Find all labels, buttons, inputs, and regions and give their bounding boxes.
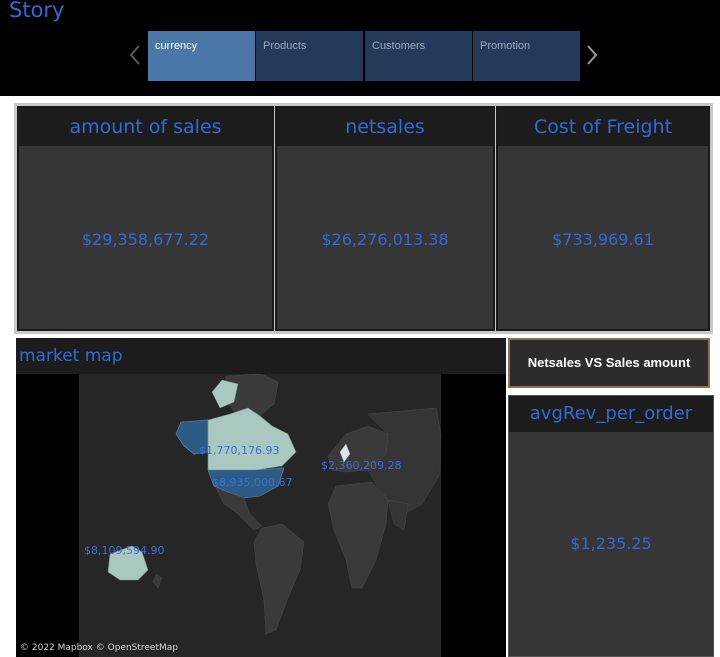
next-arrow-icon[interactable] [585, 40, 599, 70]
kpi-freight-title: Cost of Freight [498, 108, 708, 146]
map-label-canada: $1,770,176.93 [199, 444, 280, 457]
story-navigation-bar: Story currency Products Customers Promot… [0, 0, 720, 96]
kpi-freight-card: Cost of Freight $733,969.61 [496, 106, 710, 331]
avg-rev-title: avgRev_per_order [509, 396, 713, 432]
tab-label: Customers [372, 40, 426, 52]
world-map[interactable] [16, 374, 506, 657]
map-label-europe: $2,360,209.28 [321, 459, 402, 472]
kpi-freight-value: $733,969.61 [552, 230, 654, 249]
tab-customers[interactable]: Customers [365, 31, 472, 81]
story-title: Story [9, 0, 65, 22]
market-map-title: market map [16, 338, 506, 374]
kpi-netsales-value: $26,276,013.38 [321, 230, 449, 249]
tab-label: Promotion [480, 40, 531, 52]
previous-arrow-icon[interactable] [128, 40, 142, 70]
kpi-sales-card: amount of sales $29,358,677.22 [17, 106, 274, 331]
map-label-usa: $8,935,000.67 [212, 476, 293, 489]
tab-label: currency [155, 40, 198, 52]
netsales-vs-sales-button[interactable]: Netsales VS Sales amount [508, 338, 710, 388]
avg-rev-card: avgRev_per_order $1,235.25 [508, 395, 714, 657]
kpi-sales-title: amount of sales [19, 108, 272, 146]
kpi-sales-value: $29,358,677.22 [81, 230, 210, 249]
avg-rev-value: $1,235.25 [570, 534, 652, 553]
tab-products[interactable]: Products [256, 31, 363, 81]
market-map-panel: market map $1,770,176.93 $2,360,209.28 $… [16, 338, 506, 657]
tab-currency[interactable]: currency [148, 31, 255, 81]
map-label-australia: $8,109,594.90 [84, 544, 165, 557]
map-attribution[interactable]: © 2022 Mapbox © OpenStreetMap [20, 643, 178, 653]
tab-label: Products [263, 40, 307, 52]
kpi-netsales-title: netsales [277, 108, 493, 146]
kpi-netsales-card: netsales $26,276,013.38 [275, 106, 495, 331]
tab-promotion[interactable]: Promotion [473, 31, 580, 81]
